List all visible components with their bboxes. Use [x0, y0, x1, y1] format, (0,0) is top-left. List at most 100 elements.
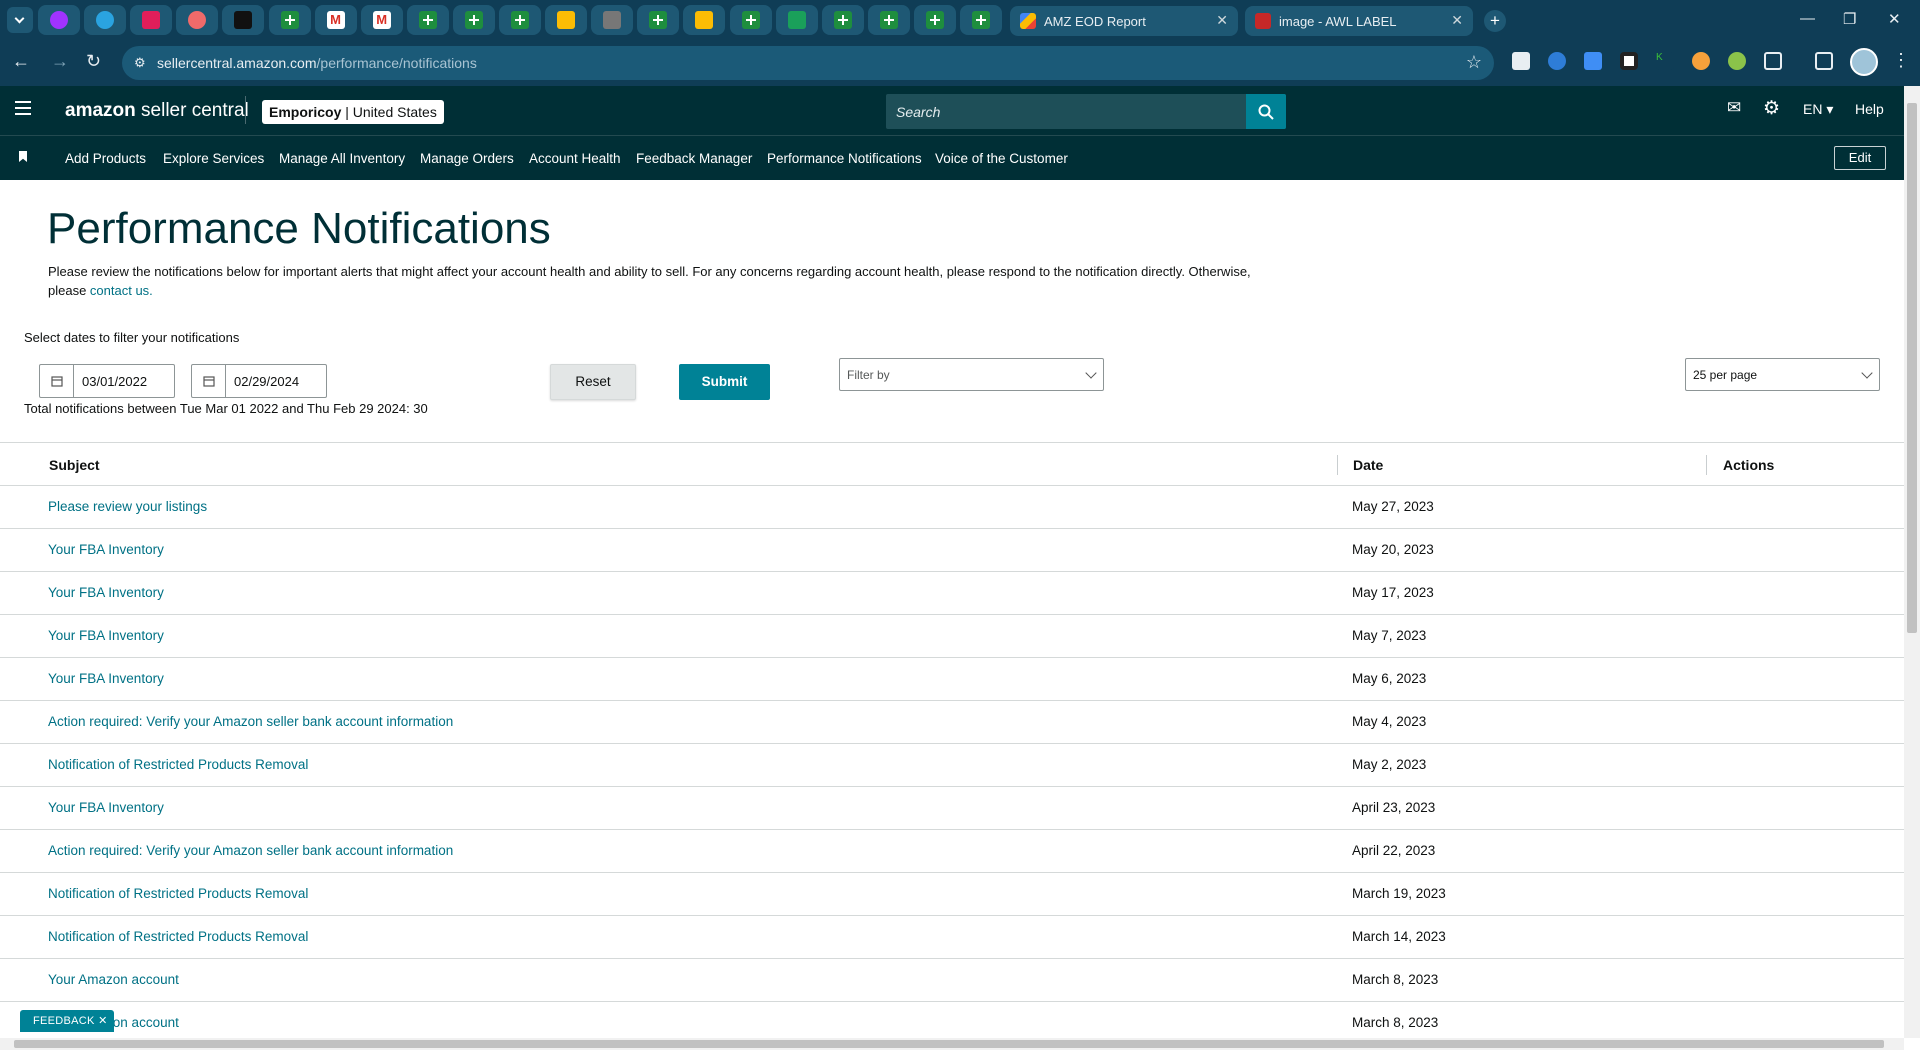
vertical-scrollbar[interactable] [1904, 86, 1920, 1038]
notification-subject-link[interactable]: Your FBA Inventory [48, 585, 164, 600]
avatar[interactable] [1850, 48, 1878, 76]
extension-icon[interactable] [1584, 52, 1602, 70]
nav-manage-orders[interactable]: Manage Orders [420, 151, 514, 166]
pinned-tab[interactable] [84, 5, 127, 35]
language-selector[interactable]: EN ▾ [1803, 101, 1833, 118]
pinned-tab[interactable] [775, 5, 818, 35]
notification-date: March 14, 2023 [1352, 929, 1446, 944]
address-bar[interactable]: ⚙ sellercentral.amazon.com/performance/n… [122, 46, 1494, 80]
pinned-tab[interactable] [821, 5, 864, 35]
extension-icon[interactable]: K [1656, 52, 1674, 70]
nav-voice-of-the-customer[interactable]: Voice of the Customer [935, 151, 1068, 166]
close-icon[interactable]: ✕ [1216, 12, 1228, 29]
nav-feedback-manager[interactable]: Feedback Manager [636, 151, 752, 166]
gear-icon[interactable]: ⚙ [1763, 97, 1780, 120]
calendar-icon[interactable] [192, 365, 226, 397]
back-icon[interactable]: ← [12, 51, 30, 72]
notification-subject-link[interactable]: Action required: Verify your Amazon sell… [48, 843, 453, 858]
feedback-button[interactable]: FEEDBACK ✕ [20, 1010, 114, 1032]
nav-explore-services[interactable]: Explore Services [163, 151, 264, 166]
extension-icon[interactable] [1620, 52, 1638, 70]
menu-icon[interactable]: ⋮ [1892, 50, 1910, 71]
nav-account-health[interactable]: Account Health [529, 151, 621, 166]
pinned-tab[interactable] [360, 5, 403, 35]
notification-subject-link[interactable]: Notification of Restricted Products Remo… [48, 886, 308, 901]
nav-manage-all-inventory[interactable]: Manage All Inventory [279, 151, 405, 166]
close-icon[interactable]: ✕ [98, 1015, 108, 1027]
intro-text: Please review the notifications below fo… [48, 264, 1251, 298]
tab-search-button[interactable] [7, 7, 33, 33]
mail-icon[interactable]: ✉ [1727, 98, 1741, 118]
pinned-tab[interactable] [130, 5, 173, 35]
end-date-field[interactable]: 02/29/2024 [191, 364, 327, 398]
pinned-tab[interactable] [960, 5, 1002, 35]
pinned-tab[interactable] [38, 5, 80, 35]
pinned-tab[interactable] [637, 5, 680, 35]
edit-nav-button[interactable]: Edit [1834, 146, 1886, 170]
notification-subject-link[interactable]: Your FBA Inventory [48, 542, 164, 557]
reset-button[interactable]: Reset [550, 364, 636, 400]
pinned-tab[interactable] [683, 5, 726, 35]
bookmark-star-icon[interactable]: ☆ [1466, 52, 1482, 73]
bookmark-icon[interactable] [19, 151, 27, 162]
notification-subject-link[interactable]: Action required: Verify your Amazon sell… [48, 714, 453, 729]
side-panel-icon[interactable] [1815, 52, 1833, 70]
pinned-tab[interactable] [729, 5, 772, 35]
reload-icon[interactable]: ↻ [86, 51, 101, 72]
notification-subject-link[interactable]: Your FBA Inventory [48, 671, 164, 686]
per-page-select[interactable]: 25 per page [1685, 358, 1880, 391]
table-row: Action required: Verify your Amazon sell… [0, 830, 1904, 873]
horizontal-scrollbar[interactable] [0, 1038, 1904, 1050]
site-info-icon[interactable]: ⚙ [134, 55, 146, 71]
pinned-tab[interactable] [314, 5, 357, 35]
search-input[interactable]: Search [886, 94, 1286, 129]
pinned-tab[interactable] [406, 5, 449, 35]
extension-icon[interactable] [1548, 52, 1566, 70]
notification-date: May 6, 2023 [1352, 671, 1427, 686]
hamburger-menu-icon[interactable] [15, 101, 31, 115]
pinned-tab[interactable] [268, 5, 311, 35]
nav-add-products[interactable]: Add Products [65, 151, 146, 166]
pinned-tab[interactable] [176, 5, 219, 35]
nav-performance-notifications[interactable]: Performance Notifications [767, 151, 922, 166]
notification-subject-link[interactable]: Notification of Restricted Products Remo… [48, 929, 308, 944]
column-subject[interactable]: Subject [49, 457, 100, 473]
contact-us-link[interactable]: contact us. [90, 283, 153, 298]
extension-icon[interactable] [1512, 52, 1530, 70]
pinned-tab[interactable] [222, 5, 265, 35]
search-button[interactable] [1246, 94, 1286, 129]
store-switcher[interactable]: Emporicoy | United States [262, 100, 444, 124]
submit-button[interactable]: Submit [679, 364, 770, 400]
pinned-tab[interactable] [913, 5, 956, 35]
calendar-icon[interactable] [40, 365, 74, 397]
tab-image-awl-label[interactable]: image - AWL LABEL ✕ [1245, 6, 1473, 36]
filter-by-select[interactable]: Filter by [839, 358, 1104, 391]
notification-subject-link[interactable]: Your FBA Inventory [48, 628, 164, 643]
pinned-tab[interactable] [591, 5, 634, 35]
notification-subject-link[interactable]: Your FBA Inventory [48, 800, 164, 815]
close-icon[interactable]: ✕ [1451, 12, 1463, 29]
extension-icon[interactable] [1728, 52, 1746, 70]
column-date[interactable]: Date [1353, 457, 1383, 473]
extension-icon[interactable] [1692, 52, 1710, 70]
apps-script-icon [557, 11, 576, 29]
tab-amz-eod-report[interactable]: AMZ EOD Report ✕ [1010, 6, 1238, 36]
notification-subject-link[interactable]: Notification of Restricted Products Remo… [48, 757, 308, 772]
restore-icon[interactable]: ❐ [1843, 10, 1856, 28]
gmail-icon [326, 11, 345, 29]
pinned-tab[interactable] [452, 5, 495, 35]
pinned-tab[interactable] [867, 5, 910, 35]
sheets-icon [741, 11, 760, 29]
help-link[interactable]: Help [1855, 101, 1884, 117]
notification-subject-link[interactable]: Please review your listings [48, 499, 207, 514]
puzzle-icon[interactable] [1764, 52, 1782, 70]
notification-subject-link[interactable]: Your Amazon account [48, 972, 179, 987]
close-window-icon[interactable]: ✕ [1888, 10, 1901, 28]
start-date-field[interactable]: 03/01/2022 [39, 364, 175, 398]
seller-central-logo[interactable]: amazon seller central [65, 100, 249, 122]
minimize-icon[interactable]: — [1800, 10, 1815, 27]
new-tab-button[interactable]: + [1484, 10, 1506, 32]
pinned-tab[interactable] [545, 5, 588, 35]
pinned-tab[interactable] [499, 5, 541, 35]
forward-icon[interactable]: → [51, 51, 69, 72]
